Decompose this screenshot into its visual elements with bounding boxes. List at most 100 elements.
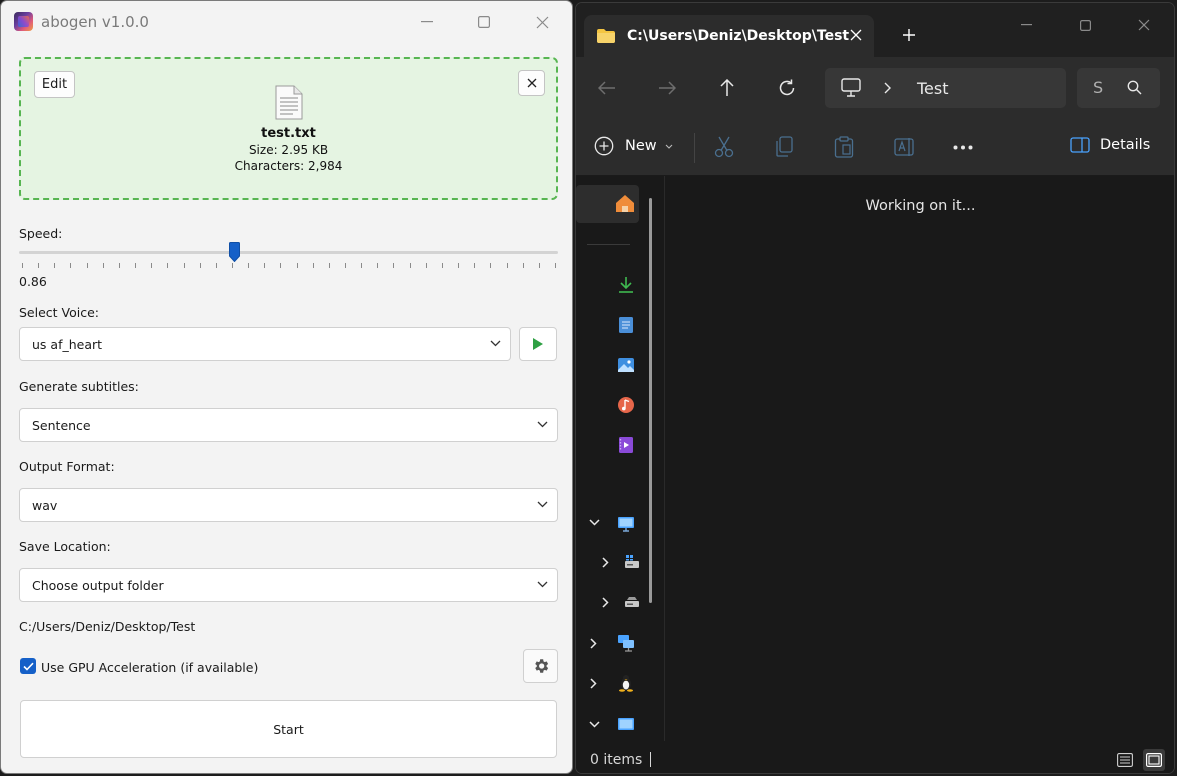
start-button[interactable]: Start bbox=[20, 700, 557, 758]
slider-tick bbox=[280, 263, 282, 268]
app-logo-icon bbox=[14, 12, 33, 31]
back-icon bbox=[598, 81, 615, 95]
minimize-button[interactable] bbox=[404, 7, 450, 37]
maximize-button[interactable] bbox=[461, 7, 507, 37]
subtitles-select[interactable]: Sentence bbox=[19, 408, 558, 442]
tab-test-folder[interactable]: C:\Users\Deniz\Desktop\Test bbox=[584, 15, 874, 57]
subtitles-selected: Sentence bbox=[32, 418, 91, 433]
chevron-right-icon[interactable] bbox=[590, 678, 597, 689]
speed-slider-thumb[interactable] bbox=[229, 242, 241, 262]
details-pane-button[interactable]: Details bbox=[1070, 137, 1150, 153]
refresh-button[interactable] bbox=[776, 77, 798, 99]
pictures-icon[interactable] bbox=[617, 356, 635, 374]
chevron-right-icon[interactable] bbox=[884, 82, 891, 94]
rename-icon[interactable] bbox=[894, 136, 916, 158]
speed-value: 0.86 bbox=[19, 274, 47, 289]
chevron-down-icon[interactable] bbox=[589, 721, 600, 728]
slider-tick bbox=[506, 263, 508, 268]
windows-drive-icon[interactable] bbox=[624, 554, 640, 570]
tab-strip: C:\Users\Deniz\Desktop\Test bbox=[576, 3, 1174, 57]
address-bar[interactable]: Test bbox=[825, 68, 1066, 108]
slider-tick bbox=[425, 263, 427, 268]
slider-tick bbox=[54, 263, 56, 268]
close-icon bbox=[1138, 19, 1150, 31]
slider-tick bbox=[522, 263, 524, 268]
slider-tick bbox=[231, 263, 233, 268]
videos-icon[interactable] bbox=[617, 436, 635, 454]
loading-message: Working on it... bbox=[865, 198, 976, 214]
chevron-right-icon[interactable] bbox=[590, 638, 597, 649]
music-icon[interactable] bbox=[617, 396, 635, 414]
forward-button[interactable] bbox=[656, 77, 678, 99]
close-button[interactable] bbox=[1124, 15, 1164, 35]
breadcrumb-current[interactable]: Test bbox=[917, 79, 949, 98]
speed-label: Speed: bbox=[19, 226, 63, 241]
output-format-selected: wav bbox=[32, 498, 58, 513]
details-view-button[interactable] bbox=[1114, 749, 1136, 771]
voice-select[interactable]: us af_heart bbox=[19, 327, 511, 361]
slider-tick bbox=[199, 263, 201, 268]
slider-tick bbox=[118, 263, 120, 268]
close-icon[interactable] bbox=[850, 29, 862, 41]
title-bar: abogen v1.0.0 bbox=[1, 1, 572, 45]
content-area[interactable]: Working on it... bbox=[665, 176, 1174, 741]
plus-icon[interactable] bbox=[902, 28, 916, 42]
chevron-right-icon[interactable] bbox=[602, 557, 609, 568]
speed-slider-track[interactable] bbox=[19, 251, 558, 254]
remove-file-button[interactable] bbox=[518, 70, 545, 96]
back-button[interactable] bbox=[596, 77, 618, 99]
command-bar: New Details bbox=[576, 119, 1174, 176]
slider-tick bbox=[328, 263, 330, 268]
output-format-select[interactable]: wav bbox=[19, 488, 558, 522]
copy-icon[interactable] bbox=[774, 136, 794, 158]
minimize-button[interactable] bbox=[1006, 15, 1046, 35]
tiles-view-button[interactable] bbox=[1143, 749, 1165, 771]
gpu-checkbox[interactable] bbox=[20, 658, 36, 674]
voice-selected: us af_heart bbox=[32, 337, 103, 352]
maximize-button[interactable] bbox=[1065, 15, 1105, 35]
slider-tick bbox=[312, 263, 314, 268]
status-separator bbox=[650, 752, 651, 767]
slider-tick bbox=[183, 263, 185, 268]
nav-scrollbar[interactable] bbox=[649, 198, 652, 603]
window-title: abogen v1.0.0 bbox=[41, 13, 149, 31]
new-button[interactable]: New bbox=[594, 136, 673, 156]
edit-button[interactable]: Edit bbox=[34, 71, 75, 98]
preview-voice-button[interactable] bbox=[519, 327, 557, 361]
text-file-icon bbox=[275, 85, 303, 120]
paste-icon[interactable] bbox=[834, 136, 854, 158]
gear-icon bbox=[534, 659, 548, 673]
gpu-label[interactable]: Use GPU Acceleration (if available) bbox=[41, 660, 258, 675]
details-pane-icon bbox=[1070, 137, 1090, 153]
desktop-icon[interactable] bbox=[617, 715, 635, 733]
downloads-icon[interactable] bbox=[617, 276, 635, 294]
more-icon[interactable] bbox=[953, 145, 973, 150]
checkmark-icon bbox=[22, 662, 34, 671]
chevron-down-icon[interactable] bbox=[589, 519, 600, 526]
search-box[interactable]: S bbox=[1077, 68, 1160, 108]
save-location-label: Save Location: bbox=[19, 539, 111, 554]
chevron-down-icon bbox=[537, 581, 548, 588]
save-location-select[interactable]: Choose output folder bbox=[19, 568, 558, 602]
chevron-down-icon bbox=[665, 144, 673, 149]
network-icon[interactable] bbox=[617, 634, 635, 652]
minimize-icon bbox=[421, 21, 433, 23]
drive-icon[interactable] bbox=[624, 594, 640, 610]
this-pc-icon[interactable] bbox=[617, 515, 635, 533]
close-button[interactable] bbox=[519, 7, 565, 37]
save-path: C:/Users/Deniz/Desktop/Test bbox=[19, 619, 196, 634]
close-icon bbox=[536, 16, 548, 28]
refresh-icon bbox=[779, 79, 795, 96]
details-label: Details bbox=[1100, 137, 1151, 153]
search-icon bbox=[1127, 80, 1142, 95]
settings-button[interactable] bbox=[523, 649, 558, 683]
nav-home[interactable] bbox=[576, 185, 639, 223]
documents-icon[interactable] bbox=[617, 316, 635, 334]
cut-icon[interactable] bbox=[714, 136, 734, 158]
nav-separator bbox=[587, 244, 630, 245]
file-drop-zone[interactable]: Edit test.txt Size: 2.95 KB Characters: … bbox=[19, 57, 558, 200]
chevron-right-icon[interactable] bbox=[602, 597, 609, 608]
linux-icon[interactable] bbox=[617, 674, 635, 692]
up-button[interactable] bbox=[716, 77, 738, 99]
tab-title: C:\Users\Deniz\Desktop\Test bbox=[627, 28, 850, 44]
